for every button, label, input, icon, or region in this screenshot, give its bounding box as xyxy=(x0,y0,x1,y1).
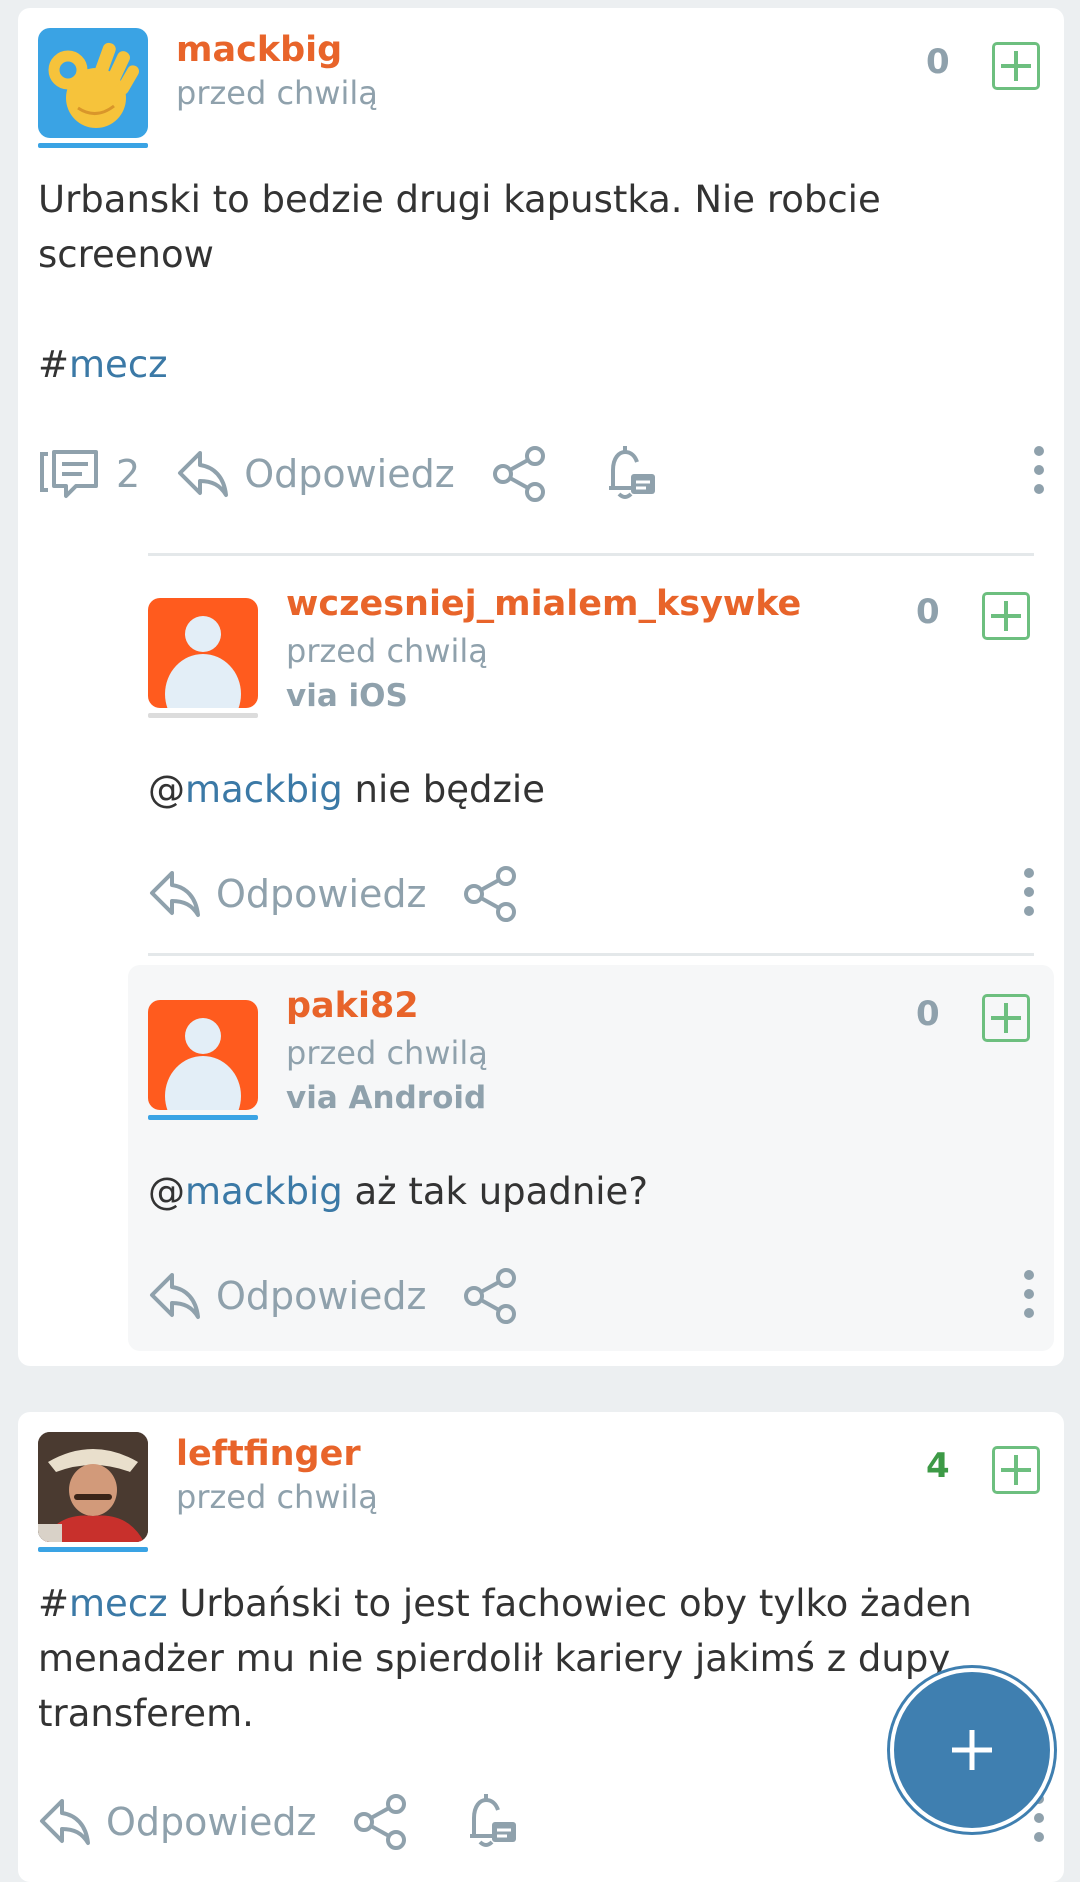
reply-vote-count: 0 xyxy=(916,994,940,1034)
comments-count: 2 xyxy=(116,452,141,496)
hash-symbol: # xyxy=(38,343,70,386)
author-avatar[interactable] xyxy=(38,28,148,148)
avatar-underline xyxy=(38,1547,148,1552)
reply-button[interactable]: Odpowiedz xyxy=(176,449,455,499)
reply-icon xyxy=(178,451,229,497)
post-text-line: menadżer mu nie spierdolił kariery jakim… xyxy=(38,1637,951,1680)
more-options-button[interactable] xyxy=(1034,446,1046,503)
user-photo-avatar xyxy=(38,1432,148,1542)
reply-icon xyxy=(150,1273,200,1319)
reply-divider xyxy=(148,553,1034,556)
reply-text: nie będzie xyxy=(342,768,545,811)
reply-via: via iOS xyxy=(286,678,408,714)
reply-button[interactable]: Odpowiedz xyxy=(148,1271,426,1321)
share-button[interactable] xyxy=(462,866,518,922)
reply-button[interactable]: Odpowiedz xyxy=(148,869,426,919)
more-options-button[interactable] xyxy=(1034,1794,1046,1851)
vote-count: 0 xyxy=(926,42,950,82)
avatar-underline xyxy=(148,1115,258,1120)
reply-label: Odpowiedz xyxy=(244,452,455,496)
vote-count: 4 xyxy=(926,1446,950,1486)
author-username[interactable]: leftfinger xyxy=(176,1434,361,1474)
at-symbol: @ xyxy=(148,768,185,811)
reply-label: Odpowiedz xyxy=(106,1800,317,1844)
share-icon xyxy=(354,1794,407,1850)
ok-hand-icon xyxy=(38,28,148,138)
share-icon xyxy=(464,866,517,922)
reply-actions: Odpowiedz xyxy=(148,1268,518,1324)
hashtag-line: #mecz xyxy=(38,337,881,392)
bell-notify-icon xyxy=(608,446,655,499)
reply-label: Odpowiedz xyxy=(216,1274,427,1318)
comments-icon xyxy=(40,450,98,498)
reply-time[interactable]: przed chwilą xyxy=(286,632,488,670)
reply-username[interactable]: paki82 xyxy=(286,986,419,1026)
post-text-line: screenow xyxy=(38,233,214,276)
share-button[interactable] xyxy=(462,1268,518,1324)
reply-body: @mackbig aż tak upadnie? xyxy=(148,1164,648,1219)
hash-symbol: # xyxy=(38,1582,70,1625)
reply-text: aż tak upadnie? xyxy=(342,1170,648,1213)
reply-button[interactable]: Odpowiedz xyxy=(38,1797,316,1847)
avatar-underline xyxy=(148,713,258,718)
post-text-line: Urbanski to bedzie drugi kapustka. Nie r… xyxy=(38,178,881,221)
reply-upvote-plus-button[interactable] xyxy=(982,592,1030,640)
reply-actions: Odpowiedz xyxy=(148,866,518,922)
avatar-underline xyxy=(38,143,148,148)
post-text-line: #mecz Urbański to jest fachowiec oby tyl… xyxy=(38,1576,972,1631)
reply-upvote-plus-button[interactable] xyxy=(982,994,1030,1042)
reply-icon xyxy=(150,871,200,917)
share-button[interactable] xyxy=(491,446,547,502)
more-options-button[interactable] xyxy=(1024,1270,1036,1327)
at-symbol: @ xyxy=(148,1170,185,1213)
reply-icon xyxy=(40,1799,90,1845)
reply-divider xyxy=(148,953,1034,956)
share-button[interactable] xyxy=(352,1794,408,1850)
post-body: #mecz Urbański to jest fachowiec oby tyl… xyxy=(38,1576,972,1741)
default-user-icon xyxy=(148,598,258,708)
post-actions: 2 Odpowiedz xyxy=(38,444,657,504)
reply-username[interactable]: wczesniej_mialem_ksywke xyxy=(286,584,801,624)
reply-body: @mackbig nie będzie xyxy=(148,762,545,817)
author-avatar[interactable] xyxy=(38,1432,148,1552)
more-options-button[interactable] xyxy=(1024,868,1036,925)
entry-card: leftfinger przed chwilą 4 #mecz Urbański… xyxy=(18,1412,1064,1882)
bell-notify-icon xyxy=(470,1794,517,1847)
entry-card: mackbig przed chwilą 0 Urbanski to bedzi… xyxy=(18,8,1064,1366)
reply-via: via Android xyxy=(286,1080,487,1116)
hashtag-link[interactable]: mecz xyxy=(69,343,168,386)
post-time[interactable]: przed chwilą xyxy=(176,1478,378,1516)
reply-label: Odpowiedz xyxy=(216,872,427,916)
comments-button[interactable]: 2 xyxy=(38,446,140,502)
post-text-fragment: Urbański to jest fachowiec oby tylko żad… xyxy=(167,1582,972,1625)
post-actions: Odpowiedz xyxy=(38,1792,518,1852)
observe-button[interactable] xyxy=(601,444,657,504)
observe-button[interactable] xyxy=(462,1792,518,1852)
share-icon xyxy=(492,446,545,502)
reply-avatar[interactable] xyxy=(148,1000,258,1120)
reply-avatar[interactable] xyxy=(148,598,258,718)
hashtag-link[interactable]: mecz xyxy=(69,1582,168,1625)
author-username[interactable]: mackbig xyxy=(176,30,342,70)
post-body: Urbanski to bedzie drugi kapustka. Nie r… xyxy=(38,172,881,392)
post-text-line: transferem. xyxy=(38,1692,254,1735)
default-user-icon xyxy=(148,1000,258,1110)
upvote-plus-button[interactable] xyxy=(992,1446,1040,1494)
upvote-plus-button[interactable] xyxy=(992,42,1040,90)
mention-link[interactable]: mackbig xyxy=(185,768,343,811)
reply-vote-count: 0 xyxy=(916,592,940,632)
share-icon xyxy=(464,1268,517,1324)
post-time[interactable]: przed chwilą xyxy=(176,74,378,112)
mention-link[interactable]: mackbig xyxy=(185,1170,343,1213)
reply-time[interactable]: przed chwilą xyxy=(286,1034,488,1072)
add-entry-fab-button[interactable] xyxy=(890,1668,1054,1832)
